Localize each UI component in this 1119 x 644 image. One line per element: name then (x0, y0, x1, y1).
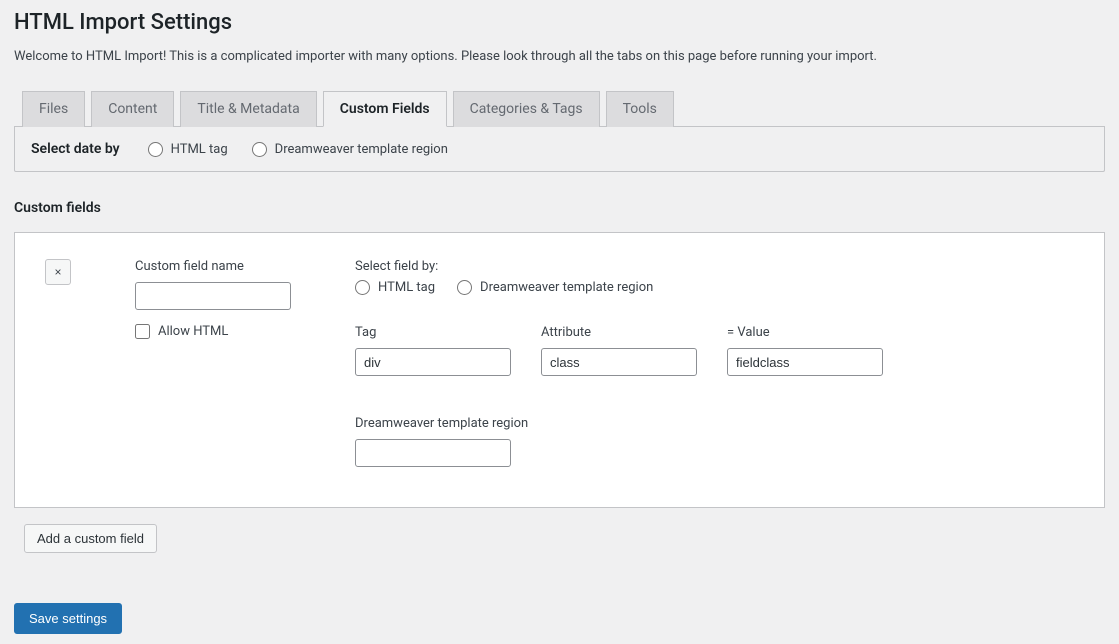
select-date-by-label: Select date by (31, 141, 120, 157)
custom-field-name-label: Custom field name (135, 259, 305, 274)
tab-custom-fields[interactable]: Custom Fields (323, 91, 447, 127)
date-radio-dw-label: Dreamweaver template region (275, 142, 448, 157)
custom-field-row: × Custom field name Allow HTML Select fi… (14, 232, 1105, 508)
field-radio-dw-input[interactable] (457, 280, 472, 295)
allow-html-label: Allow HTML (158, 324, 228, 339)
value-label: = Value (727, 325, 883, 340)
intro-text: Welcome to HTML Import! This is a compli… (14, 49, 1105, 64)
tab-tools[interactable]: Tools (606, 91, 674, 127)
dw-region-input[interactable] (355, 439, 511, 467)
field-radio-html-tag-input[interactable] (355, 280, 370, 295)
custom-fields-heading: Custom fields (14, 200, 1105, 216)
tabs-nav: Files Content Title & Metadata Custom Fi… (14, 90, 1105, 127)
field-radio-html-tag[interactable]: HTML tag (355, 280, 435, 295)
tab-categories-tags[interactable]: Categories & Tags (453, 91, 600, 127)
add-custom-field-button[interactable]: Add a custom field (24, 524, 157, 553)
tab-content[interactable]: Content (91, 91, 174, 127)
dw-region-label: Dreamweaver template region (355, 416, 1074, 431)
field-radio-html-tag-label: HTML tag (378, 280, 435, 295)
select-field-by-label: Select field by: (355, 259, 1074, 274)
date-radio-html-tag-input[interactable] (148, 142, 163, 157)
date-radio-dw-input[interactable] (252, 142, 267, 157)
page-title: HTML Import Settings (14, 10, 1105, 35)
remove-field-button[interactable]: × (45, 259, 71, 285)
date-radio-html-tag-label: HTML tag (171, 142, 228, 157)
date-panel: Select date by HTML tag Dreamweaver temp… (14, 127, 1105, 172)
tag-label: Tag (355, 325, 511, 340)
tab-files[interactable]: Files (22, 91, 85, 127)
allow-html-checkbox[interactable] (135, 324, 150, 339)
attribute-input[interactable] (541, 348, 697, 376)
tab-title-metadata[interactable]: Title & Metadata (180, 91, 316, 127)
date-radio-html-tag[interactable]: HTML tag (148, 142, 228, 157)
value-input[interactable] (727, 348, 883, 376)
tag-input[interactable] (355, 348, 511, 376)
attribute-label: Attribute (541, 325, 697, 340)
field-radio-dw[interactable]: Dreamweaver template region (457, 280, 653, 295)
field-radio-dw-label: Dreamweaver template region (480, 280, 653, 295)
save-settings-button[interactable]: Save settings (14, 603, 122, 634)
date-radio-dw[interactable]: Dreamweaver template region (252, 142, 448, 157)
custom-field-name-input[interactable] (135, 282, 291, 310)
